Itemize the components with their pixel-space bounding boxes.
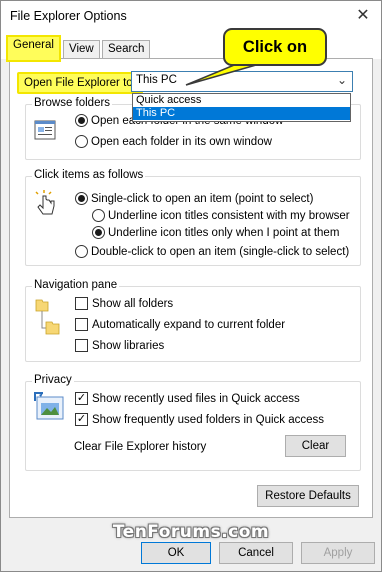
checkbox[interactable]: ✓: [75, 392, 88, 405]
tab-general[interactable]: General: [6, 35, 61, 62]
radio-button[interactable]: [75, 135, 88, 148]
restore-defaults-button[interactable]: Restore Defaults: [257, 485, 359, 507]
checkbox-label: Show frequently used folders in Quick ac…: [92, 413, 325, 426]
dropdown-selected-value: This PC: [136, 74, 177, 86]
radio-button[interactable]: [92, 209, 105, 222]
radio-label: Underline icon titles only when I point …: [108, 226, 340, 239]
checkbox-frequent-folders[interactable]: ✓ Show frequently used folders in Quick …: [75, 412, 324, 427]
click-items-title: Click items as follows: [32, 169, 146, 181]
checkbox-label: Show recently used files in Quick access: [92, 392, 300, 405]
file-explorer-options-dialog: File Explorer Options ✕ General View Sea…: [0, 0, 382, 572]
radio-double-click[interactable]: Double-click to open an item (single-cli…: [75, 244, 349, 259]
checkbox[interactable]: [75, 318, 88, 331]
ok-button[interactable]: OK: [141, 542, 211, 564]
radio-underline-point[interactable]: Underline icon titles only when I point …: [92, 225, 339, 240]
dropdown-option-quick-access[interactable]: Quick access: [133, 94, 350, 107]
radio-button[interactable]: [75, 114, 88, 127]
radio-underline-browser[interactable]: Underline icon titles consistent with my…: [92, 208, 350, 223]
radio-button[interactable]: [75, 192, 88, 205]
apply-button[interactable]: Apply: [301, 542, 375, 564]
checkbox-show-all-folders[interactable]: Show all folders: [75, 296, 173, 311]
checkbox-recent-files[interactable]: ✓ Show recently used files in Quick acce…: [75, 391, 300, 406]
privacy-icon: [34, 392, 64, 420]
checkbox-auto-expand[interactable]: Automatically expand to current folder: [75, 317, 285, 332]
clear-button[interactable]: Clear: [285, 435, 346, 457]
browse-folders-title: Browse folders: [32, 97, 113, 109]
radio-label: Double-click to open an item (single-cli…: [91, 245, 350, 258]
chevron-down-icon[interactable]: ⌄: [337, 73, 347, 87]
checkbox-label: Show libraries: [92, 339, 165, 352]
checkbox[interactable]: [75, 339, 88, 352]
radio-label: Single-click to open an item (point to s…: [91, 192, 314, 205]
title-bar: File Explorer Options ✕: [1, 1, 381, 32]
checkbox-label: Automatically expand to current folder: [92, 318, 286, 331]
radio-own-window[interactable]: Open each folder in its own window: [75, 134, 272, 149]
radio-label: Underline icon titles consistent with my…: [108, 209, 350, 222]
radio-button[interactable]: [92, 226, 105, 239]
tab-view[interactable]: View: [63, 40, 100, 60]
window-icon: [34, 120, 56, 140]
clear-history-label: Clear File Explorer history: [74, 440, 207, 453]
close-icon[interactable]: ✕: [349, 3, 377, 27]
navigation-pane-title: Navigation pane: [32, 279, 120, 291]
cancel-button[interactable]: Cancel: [219, 542, 293, 564]
pointer-hand-icon: [35, 190, 55, 215]
privacy-title: Privacy: [32, 374, 74, 386]
tab-search[interactable]: Search: [102, 40, 151, 60]
checkbox-show-libraries[interactable]: Show libraries: [75, 338, 164, 353]
dropdown-option-this-pc[interactable]: This PC: [133, 107, 350, 120]
checkbox[interactable]: ✓: [75, 413, 88, 426]
dropdown-list: Quick access This PC: [132, 93, 351, 122]
radio-button[interactable]: [75, 245, 88, 258]
radio-single-click[interactable]: Single-click to open an item (point to s…: [75, 191, 313, 206]
watermark: TenForums.com: [112, 522, 270, 542]
radio-label: Open each folder in its own window: [91, 135, 272, 148]
checkbox-label: Show all folders: [92, 297, 174, 310]
open-file-explorer-label: Open File Explorer to:: [17, 72, 143, 94]
open-file-explorer-dropdown[interactable]: This PC ⌄: [131, 71, 353, 92]
window-title: File Explorer Options: [10, 9, 127, 23]
folder-tree-icon: [35, 299, 60, 335]
click-on-callout: Click on: [223, 28, 327, 66]
checkbox[interactable]: [75, 297, 88, 310]
